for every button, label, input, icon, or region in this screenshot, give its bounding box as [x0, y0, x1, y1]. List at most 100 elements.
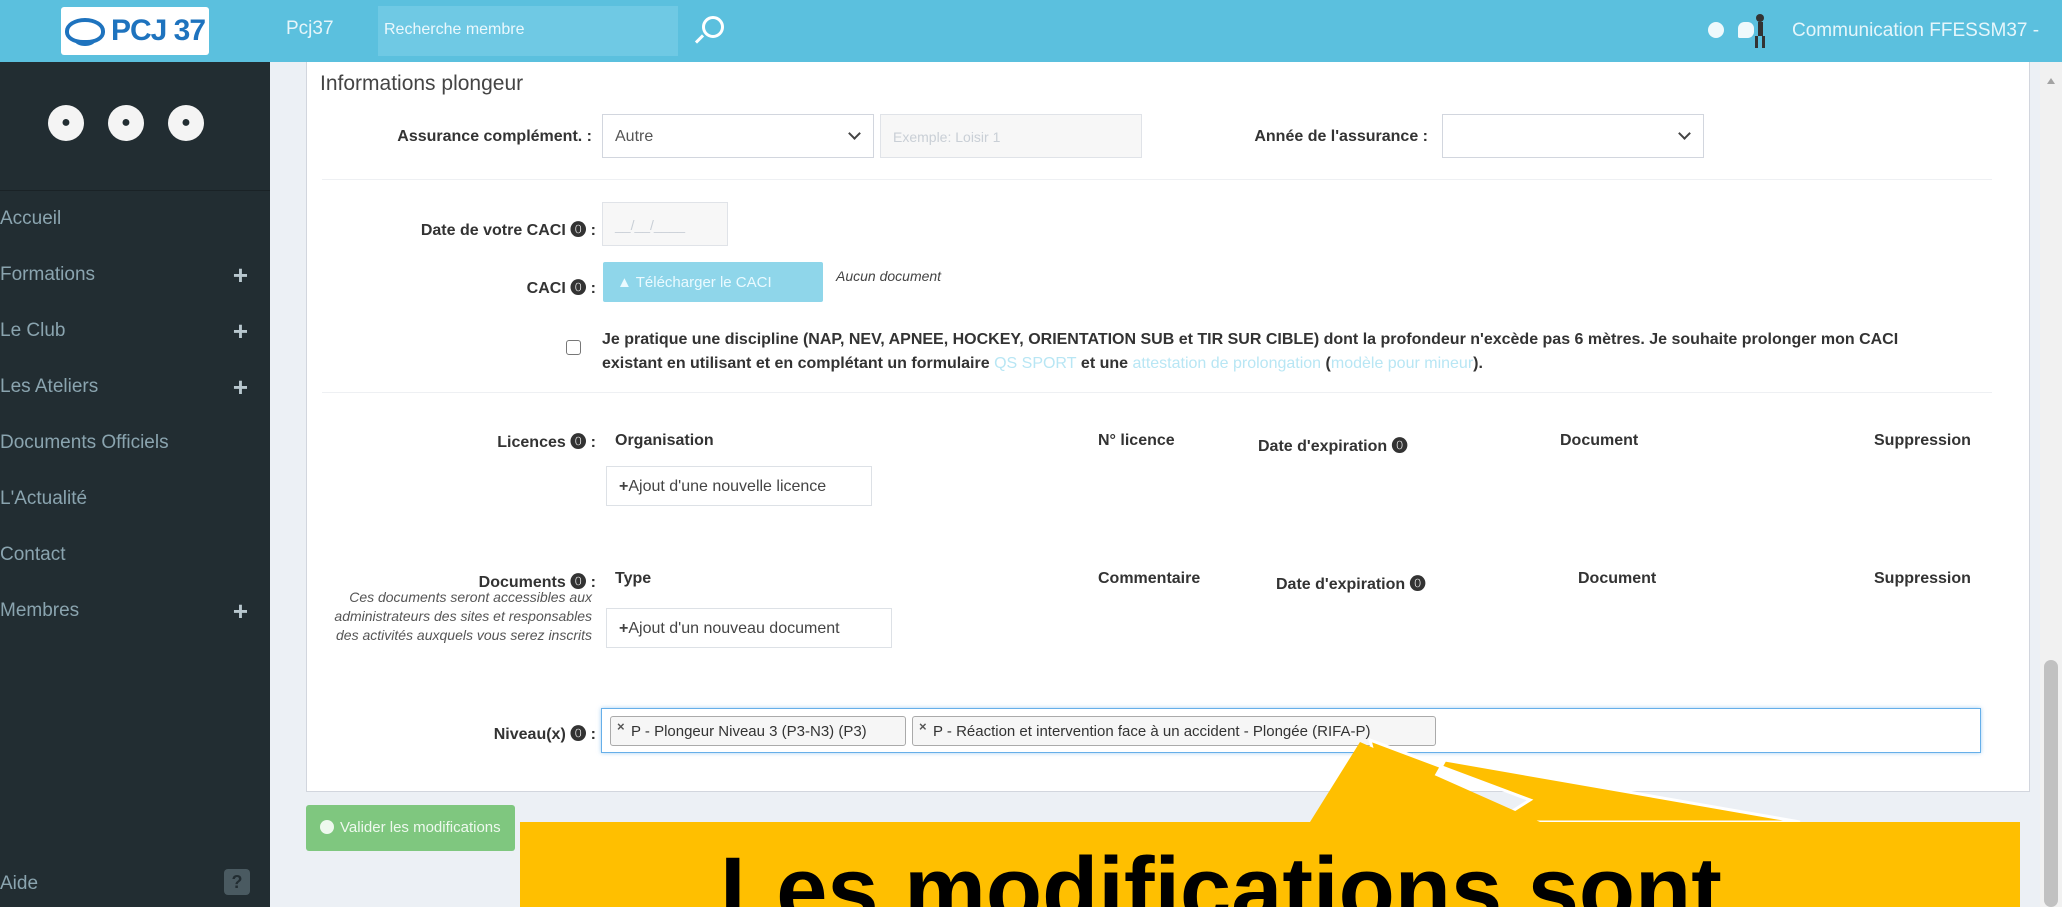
annee-assurance-select[interactable] [1442, 114, 1704, 158]
niveau-tag: × P - Plongeur Niveau 3 (P3-N3) (P3) [610, 716, 906, 746]
caci-label: CACI ⓿ : [526, 280, 596, 297]
sidebar-item-label: Le Club [0, 320, 66, 341]
expand-icon[interactable]: + [233, 260, 248, 291]
annee-assurance-label: Année de l'assurance : [1254, 128, 1428, 145]
user-avatar[interactable] [1754, 14, 1766, 48]
documents-col-commentaire: Commentaire [1098, 570, 1201, 587]
sidebar-help-link[interactable]: Aide [0, 873, 38, 895]
licences-col-organisation: Organisation [615, 432, 714, 449]
scrollbar-thumb[interactable] [2044, 660, 2058, 907]
assurance-select[interactable]: Autre [602, 114, 874, 158]
section-title: Informations plongeur [320, 72, 524, 95]
brand-link[interactable]: Pcj37 [286, 18, 334, 40]
divider [322, 392, 1992, 393]
diving-mask-icon [64, 18, 105, 46]
help-icon[interactable]: ? [224, 869, 250, 895]
bell-icon[interactable]: ● [48, 105, 84, 141]
sidebar-item-label: Accueil [0, 208, 62, 229]
caci-extend-text: Je pratique une discipline (NAP, NEV, AP… [602, 328, 1922, 376]
sidebar-item-label: Membres [0, 600, 80, 621]
caci-extend-checkbox[interactable] [566, 340, 581, 355]
expand-icon[interactable]: + [233, 316, 248, 347]
caci-text-part: ). [1473, 355, 1483, 372]
add-licence-label: Ajout d'une nouvelle licence [628, 478, 827, 495]
save-changes-label: Valider les modifications [340, 819, 501, 836]
niveau-tag-label: P - Plongeur Niveau 3 (P3-N3) (P3) [631, 723, 867, 740]
member-search-input[interactable]: Recherche membre [378, 6, 678, 56]
caci-date-input[interactable]: __/__/____ [602, 202, 728, 246]
licences-col-document: Document [1560, 432, 1639, 449]
expand-icon[interactable]: + [233, 372, 248, 403]
licences-col-expiration: Date d'expiration ⓿ [1258, 438, 1408, 455]
diver-info-panel [306, 62, 2030, 792]
comments-icon[interactable]: ● [168, 105, 204, 141]
logo-text: PCJ 37 [110, 14, 206, 47]
upload-caci-label: Télécharger le CACI [635, 274, 772, 291]
divider [322, 179, 1992, 180]
logo-container[interactable]: PCJ 37 [0, 0, 270, 62]
documents-help-text: Ces documents seront accessibles aux adm… [334, 589, 592, 643]
licences-col-suppression: Suppression [1874, 432, 1971, 449]
documents-col-suppression: Suppression [1874, 570, 1971, 587]
chevron-down-icon [848, 127, 861, 140]
plus-icon: + [619, 620, 629, 637]
comments-icon[interactable] [1738, 22, 1754, 38]
qs-sport-link[interactable]: QS SPORT [994, 355, 1076, 372]
niveaux-label: Niveau(x) ⓿ : [493, 726, 596, 743]
remove-tag-icon[interactable]: × [919, 719, 927, 734]
sidebar-item-actualite[interactable]: L'Actualité [0, 471, 270, 527]
upload-caci-button[interactable]: ▲ Télécharger le CACI [603, 262, 823, 302]
check-circle-icon [320, 820, 334, 834]
users-icon[interactable]: ● [108, 105, 144, 141]
save-changes-button[interactable]: Valider les modifications [306, 805, 515, 851]
remove-tag-icon[interactable]: × [617, 719, 625, 734]
sidebar-item-label: Formations [0, 264, 96, 285]
documents-col-expiration: Date d'expiration ⓿ [1276, 576, 1426, 593]
upload-icon: ▲ [617, 274, 636, 291]
caci-text-part: et une [1076, 355, 1133, 372]
sidebar-item-label: Les Ateliers [0, 376, 99, 397]
documents-col-type: Type [615, 570, 652, 587]
add-licence-button[interactable]: +Ajout d'une nouvelle licence [606, 466, 872, 506]
sidebar-shortcuts: ● ● ● [48, 105, 204, 141]
expand-icon[interactable]: + [233, 596, 248, 627]
sidebar-item-les-ateliers[interactable]: Les Ateliers + [0, 359, 270, 415]
caci-date-label: Date de votre CACI ⓿ : [420, 222, 596, 239]
sidebar-item-le-club[interactable]: Le Club + [0, 303, 270, 359]
add-document-label: Ajout d'un nouveau document [628, 620, 840, 637]
scroll-up-arrow-icon[interactable] [2047, 78, 2055, 84]
sidebar-item-contact[interactable]: Contact [0, 527, 270, 583]
licences-label: Licences ⓿ : [497, 434, 596, 451]
plus-icon: + [619, 478, 629, 495]
sidebar-item-label: Documents Officiels [0, 432, 169, 453]
chevron-down-icon [1678, 127, 1691, 140]
sidebar-item-label: Contact [0, 544, 66, 565]
callout-banner: Les modifications sont [520, 822, 2020, 907]
bell-icon[interactable] [1708, 22, 1724, 38]
niveau-tag: × P - Réaction et intervention face à un… [912, 716, 1436, 746]
sidebar: ● ● ● Accueil Formations + Le Club + Les… [0, 62, 270, 907]
minor-model-link[interactable]: modèle pour mineur [1331, 355, 1473, 372]
sidebar-item-documents-officiels[interactable]: Documents Officiels [0, 415, 270, 471]
club-logo: PCJ 37 [61, 7, 209, 55]
niveaux-multiselect[interactable]: × P - Plongeur Niveau 3 (P3-N3) (P3) × P… [601, 708, 1981, 753]
add-document-button[interactable]: +Ajout d'un nouveau document [606, 608, 892, 648]
sidebar-item-accueil[interactable]: Accueil [0, 191, 270, 247]
assurance-value: Autre [615, 128, 654, 145]
sidebar-item-membres[interactable]: Membres + [0, 583, 270, 639]
attestation-link[interactable]: attestation de prolongation [1132, 355, 1321, 372]
top-navbar: PCJ 37 Pcj37 Recherche membre Communicat… [0, 0, 2062, 62]
caci-text-part: ( [1321, 355, 1331, 372]
caci-no-document: Aucun document [836, 268, 942, 284]
niveau-tag-label: P - Réaction et intervention face à un a… [933, 723, 1371, 740]
page-scrollbar[interactable] [2040, 62, 2062, 907]
licences-col-numero: N° licence [1098, 432, 1175, 449]
user-menu[interactable]: Communication FFESSM37 - [1792, 20, 2039, 42]
main-content [270, 62, 2040, 907]
sidebar-item-label: L'Actualité [0, 488, 88, 509]
assurance-example-input[interactable]: Exemple: Loisir 1 [880, 114, 1142, 158]
sidebar-item-formations[interactable]: Formations + [0, 247, 270, 303]
callout-text: Les modifications sont [720, 839, 1722, 907]
assurance-label: Assurance complément. : [397, 128, 592, 145]
search-icon[interactable] [702, 16, 724, 38]
